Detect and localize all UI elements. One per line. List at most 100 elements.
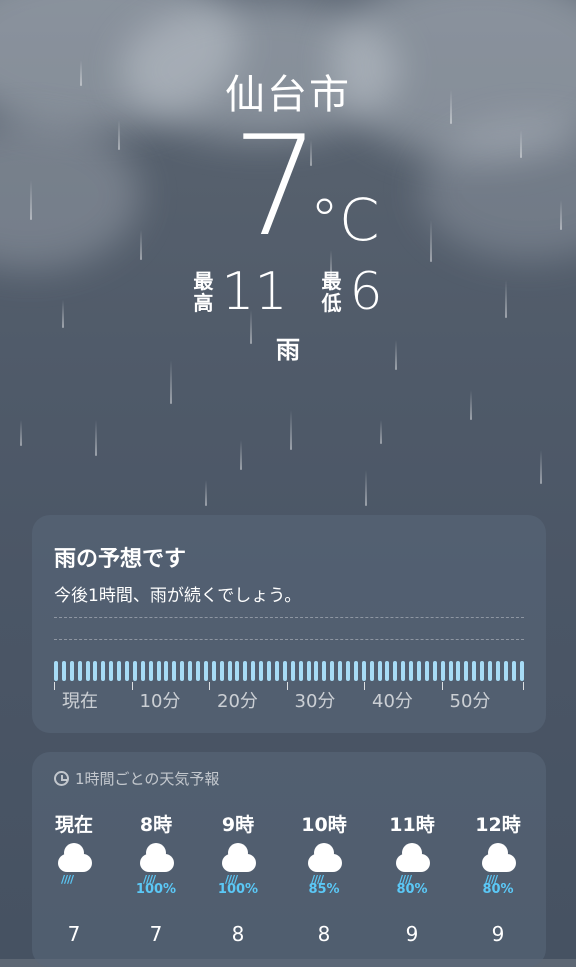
high-temperature: 11 bbox=[221, 262, 288, 322]
hour-temperature: 9 bbox=[405, 922, 419, 946]
precipitation-forecast-card[interactable]: 雨の予想です 今後1時間、雨が続くでしょう。 現在 10分 20分 30分 40分 50分 bbox=[32, 515, 546, 733]
precip-bar bbox=[172, 661, 177, 681]
rain-streak bbox=[365, 470, 367, 506]
time-axis-label: 40分 bbox=[372, 691, 413, 712]
precip-bar bbox=[132, 661, 137, 681]
precip-bar bbox=[282, 661, 287, 681]
precip-bar bbox=[54, 661, 58, 681]
time-axis-tick bbox=[441, 682, 443, 690]
rain-streak bbox=[205, 480, 207, 506]
time-axis-tick bbox=[523, 682, 524, 690]
hour-label: 8時 bbox=[139, 814, 173, 836]
low-label: 最低 bbox=[321, 269, 342, 315]
precip-bar bbox=[156, 661, 161, 681]
gridline bbox=[54, 617, 524, 618]
precip-bar bbox=[487, 661, 492, 681]
rain-streak bbox=[290, 410, 292, 450]
precip-card-subtitle: 今後1時間、雨が続くでしょう。 bbox=[54, 586, 302, 606]
hour-label: 11時 bbox=[389, 814, 435, 836]
gridline bbox=[54, 639, 524, 640]
precip-bar bbox=[109, 661, 114, 681]
hourly-item: 11時////80% 9 bbox=[372, 810, 452, 946]
hourly-forecast-card[interactable]: 1時間ごとの天気予報 現在////7 8時////100% 7 9時////100% 8… bbox=[32, 752, 546, 967]
precip-bar bbox=[251, 661, 256, 681]
precip-bar bbox=[117, 661, 122, 681]
time-axis-tick bbox=[54, 682, 55, 690]
precip-bar bbox=[101, 661, 106, 681]
hour-temperature: 7 bbox=[67, 922, 81, 946]
precip-bar bbox=[259, 661, 264, 681]
precip-bar bbox=[267, 661, 272, 681]
rain-streak bbox=[470, 390, 472, 420]
rain-streak bbox=[380, 420, 382, 444]
precip-bar bbox=[148, 661, 153, 681]
precip-bar bbox=[385, 661, 390, 681]
rain-streak bbox=[30, 180, 32, 220]
precip-bar bbox=[125, 661, 130, 681]
precip-bar bbox=[211, 661, 216, 681]
time-axis-tick bbox=[286, 682, 288, 690]
rain-cloud-icon: //// bbox=[34, 840, 114, 898]
precip-bar bbox=[440, 661, 445, 681]
time-axis-tick bbox=[364, 682, 365, 690]
hour-temperature: 8 bbox=[231, 922, 245, 946]
precip-bar bbox=[448, 661, 453, 681]
precip-bar bbox=[432, 661, 437, 681]
precip-bar bbox=[495, 661, 500, 681]
precip-bar bbox=[85, 661, 90, 681]
high-label: 最高 bbox=[193, 269, 214, 315]
rain-streak bbox=[20, 420, 22, 446]
precip-bar bbox=[69, 661, 74, 681]
precip-bar bbox=[519, 661, 524, 681]
precip-bar bbox=[274, 661, 279, 681]
temperature-unit: °C bbox=[310, 186, 380, 254]
precip-bar bbox=[180, 661, 185, 681]
rain-streak bbox=[430, 220, 432, 262]
precip-bar bbox=[409, 661, 414, 681]
precip-bar bbox=[322, 661, 327, 681]
precip-card-title: 雨の予想です bbox=[54, 547, 187, 572]
rain-cloud-icon: //// bbox=[116, 840, 196, 898]
current-temperature: 7 bbox=[232, 106, 320, 267]
hour-label: 10時 bbox=[301, 814, 347, 836]
precip-bar bbox=[416, 661, 421, 681]
precip-bar bbox=[93, 661, 98, 681]
rain-streak bbox=[140, 230, 142, 260]
precip-bar bbox=[219, 661, 224, 681]
hour-label: 12時 bbox=[475, 814, 521, 836]
rain-cloud-icon: //// bbox=[284, 840, 364, 898]
hour-label: 現在 bbox=[54, 814, 93, 836]
precip-bar bbox=[188, 661, 193, 681]
rain-streak bbox=[95, 420, 97, 456]
precip-bar bbox=[472, 661, 477, 681]
rain-streak bbox=[540, 450, 542, 484]
time-axis-label: 50分 bbox=[449, 691, 491, 712]
precip-bar bbox=[298, 661, 303, 681]
rain-cloud-icon: //// bbox=[458, 840, 538, 898]
hour-temperature: 8 bbox=[317, 922, 331, 946]
hourly-item: 10時////85% 8 bbox=[284, 810, 364, 946]
low-temperature: 6 bbox=[349, 262, 383, 322]
precip-bar bbox=[77, 661, 82, 681]
precip-bar bbox=[338, 661, 343, 681]
time-axis-tick bbox=[209, 682, 210, 690]
rain-streak bbox=[170, 360, 172, 404]
precip-bar bbox=[456, 661, 461, 681]
precip-bar bbox=[353, 661, 358, 681]
precip-bar bbox=[306, 661, 311, 681]
hourly-item: 12時////80% 9 bbox=[458, 810, 538, 946]
precip-bar bbox=[369, 661, 374, 681]
precip-bar bbox=[314, 661, 319, 681]
precip-bar bbox=[361, 661, 366, 681]
hourly-item: 現在 //// 7 bbox=[34, 810, 114, 946]
hour-temperature: 9 bbox=[491, 922, 505, 946]
rain-streak bbox=[240, 440, 242, 470]
precip-bar bbox=[377, 661, 382, 681]
time-axis-label: 30分 bbox=[294, 691, 336, 712]
precip-bar bbox=[464, 661, 469, 681]
precip-bar bbox=[227, 661, 232, 681]
time-axis-label: 10分 bbox=[139, 691, 181, 712]
rain-streak bbox=[118, 120, 120, 150]
precip-bar bbox=[243, 661, 248, 681]
precip-bar bbox=[480, 661, 485, 681]
